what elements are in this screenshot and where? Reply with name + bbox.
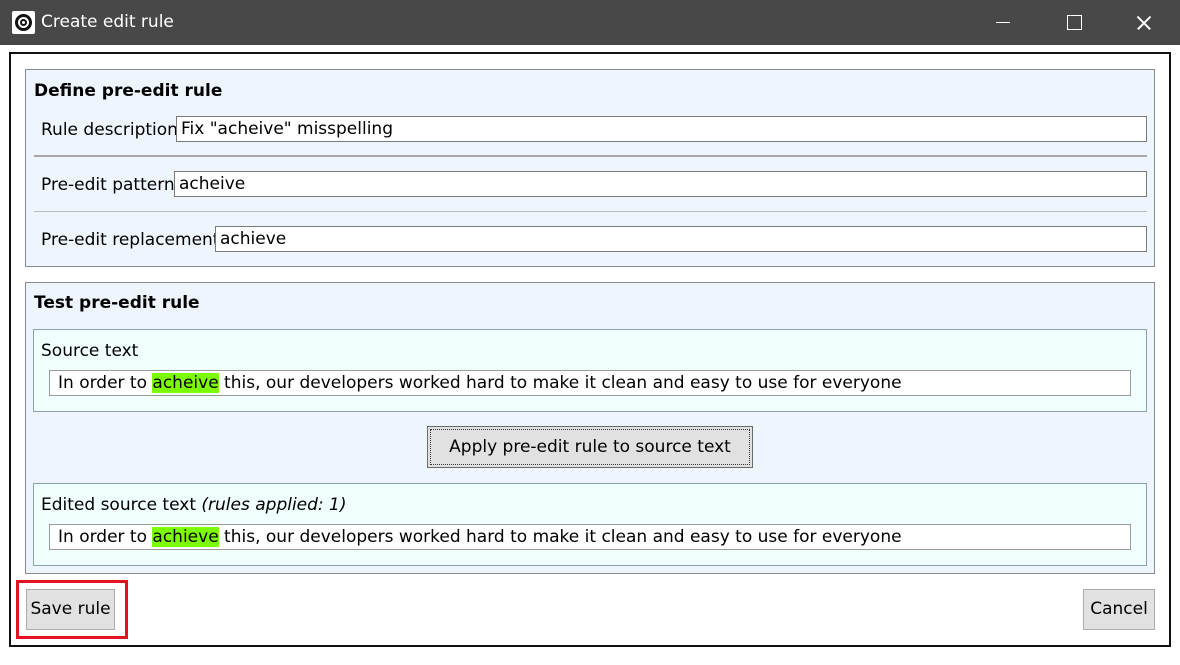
edited-text-after: this, our developers worked hard to make… bbox=[218, 527, 902, 547]
maximize-button[interactable] bbox=[1042, 0, 1106, 45]
test-rule-heading: Test pre-edit rule bbox=[34, 293, 200, 313]
rule-description-label: Rule description bbox=[41, 120, 178, 140]
pre-edit-replacement-input[interactable]: achieve bbox=[215, 226, 1147, 252]
window-title: Create edit rule bbox=[41, 12, 174, 32]
edited-label-text: Edited source text bbox=[41, 495, 202, 515]
minimize-icon bbox=[996, 22, 1010, 23]
app-icon bbox=[12, 11, 35, 34]
source-text-field[interactable]: In order to acheive this, our developers… bbox=[49, 370, 1131, 396]
edited-source-text-field[interactable]: In order to achieve this, our developers… bbox=[49, 524, 1131, 550]
rules-applied-count: (rules applied: 1) bbox=[201, 495, 347, 515]
pre-edit-pattern-label: Pre-edit pattern bbox=[41, 175, 175, 195]
save-button-callout bbox=[16, 580, 128, 639]
focus-ring bbox=[430, 429, 750, 465]
maximize-icon bbox=[1067, 15, 1082, 30]
pre-edit-pattern-input[interactable]: acheive bbox=[174, 171, 1147, 197]
divider bbox=[34, 155, 1147, 157]
pattern-match-highlight: acheive bbox=[152, 373, 219, 393]
source-text-after: this, our developers worked hard to make… bbox=[218, 373, 902, 393]
source-text-before: In order to bbox=[58, 373, 153, 393]
apply-pre-edit-rule-button[interactable]: Apply pre-edit rule to source text bbox=[427, 426, 753, 468]
edited-text-before: In order to bbox=[58, 527, 153, 547]
replacement-highlight: achieve bbox=[152, 527, 219, 547]
minimize-button[interactable] bbox=[970, 0, 1034, 45]
title-bar: Create edit rule bbox=[0, 0, 1180, 45]
divider bbox=[34, 211, 1147, 212]
edited-source-text-label: Edited source text (rules applied: 1) bbox=[41, 495, 347, 515]
source-text-label: Source text bbox=[41, 341, 139, 361]
close-button[interactable] bbox=[1112, 0, 1176, 45]
define-rule-heading: Define pre-edit rule bbox=[34, 81, 223, 101]
rule-description-input[interactable]: Fix "acheive" misspelling bbox=[176, 116, 1147, 142]
pre-edit-replacement-label: Pre-edit replacement bbox=[41, 230, 220, 250]
cancel-button[interactable]: Cancel bbox=[1083, 589, 1155, 630]
